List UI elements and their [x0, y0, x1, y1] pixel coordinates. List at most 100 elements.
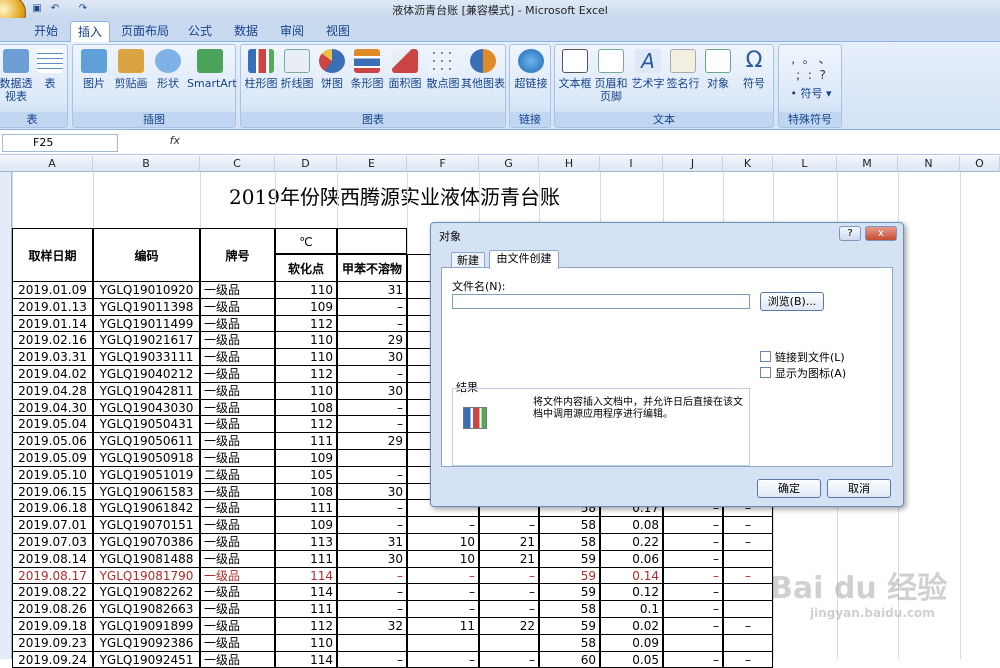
table-cell[interactable]: – — [337, 416, 407, 434]
table-cell[interactable]: 2019.04.02 — [12, 366, 93, 383]
tab-create-from-file[interactable]: 由文件创建 — [489, 250, 559, 269]
table-cell[interactable]: – — [663, 584, 723, 602]
table-cell[interactable]: 2019.09.18 — [12, 618, 93, 635]
table-cell[interactable] — [723, 634, 773, 652]
table-cell[interactable]: 30 — [337, 483, 407, 501]
table-cell[interactable]: YGLQ19033111 — [93, 349, 200, 366]
table-cell[interactable]: 一级品 — [200, 366, 275, 383]
table-cell[interactable]: – — [337, 651, 407, 668]
table-cell[interactable]: 一级品 — [200, 450, 275, 467]
table-cell[interactable]: 0.12 — [600, 584, 663, 602]
table-cell[interactable]: 2019.06.18 — [12, 500, 93, 518]
table-cell[interactable]: 2019.09.24 — [12, 651, 93, 668]
table-cell[interactable]: 2019.01.13 — [12, 298, 93, 316]
table-cell[interactable]: – — [723, 618, 773, 635]
table-cell[interactable]: YGLQ19042811 — [93, 382, 200, 400]
table-cell[interactable]: 2019.02.16 — [12, 332, 93, 350]
table-cell[interactable]: 2019.05.09 — [12, 450, 93, 467]
filename-input[interactable] — [452, 294, 750, 309]
table-cell[interactable]: 112 — [275, 366, 337, 383]
table-cell[interactable]: 105 — [275, 466, 337, 484]
table-cell[interactable]: YGLQ19050431 — [93, 416, 200, 434]
browse-button[interactable]: 浏览(B)... — [760, 292, 824, 311]
table-cell[interactable]: 一级品 — [200, 634, 275, 652]
table-cell[interactable]: 109 — [275, 298, 337, 316]
table-cell[interactable]: YGLQ19081790 — [93, 567, 200, 585]
table-cell[interactable]: – — [663, 534, 723, 551]
table-cell[interactable]: 112 — [275, 315, 337, 333]
table-cell[interactable]: – — [663, 567, 723, 585]
table-cell[interactable]: YGLQ19021617 — [93, 332, 200, 350]
table-cell[interactable]: 一级品 — [200, 618, 275, 635]
table-cell[interactable]: 110 — [275, 282, 337, 299]
table-cell[interactable]: – — [407, 601, 479, 618]
table-cell[interactable]: 21 — [479, 534, 539, 551]
table-cell[interactable] — [407, 634, 479, 652]
close-button[interactable]: x — [865, 226, 897, 241]
table-cell[interactable]: – — [337, 366, 407, 383]
table-cell[interactable]: – — [479, 584, 539, 602]
table-cell[interactable]: 2019.01.14 — [12, 315, 93, 333]
table-cell[interactable]: 32 — [337, 618, 407, 635]
table-cell[interactable]: 58 — [539, 634, 600, 652]
table-cell[interactable]: 2019.05.04 — [12, 416, 93, 434]
table-cell[interactable]: – — [337, 315, 407, 333]
table-cell[interactable]: YGLQ19043030 — [93, 399, 200, 417]
table-cell[interactable]: – — [337, 517, 407, 534]
table-cell[interactable]: 2019.05.06 — [12, 433, 93, 450]
table-cell[interactable]: YGLQ19050918 — [93, 450, 200, 467]
header-toluene[interactable]: 甲苯不溶物 — [337, 254, 407, 282]
table-cell[interactable]: – — [337, 567, 407, 585]
help-button[interactable]: ? — [839, 226, 861, 241]
table-cell[interactable]: 2019.04.28 — [12, 382, 93, 400]
table-cell[interactable]: 一级品 — [200, 382, 275, 400]
table-cell[interactable]: 11 — [407, 618, 479, 635]
table-cell[interactable]: 114 — [275, 567, 337, 585]
table-cell[interactable]: YGLQ19081488 — [93, 550, 200, 568]
table-cell[interactable]: 一级品 — [200, 332, 275, 350]
table-cell[interactable]: YGLQ19051019 — [93, 466, 200, 484]
table-cell[interactable]: 29 — [337, 433, 407, 450]
table-cell[interactable]: 58 — [539, 534, 600, 551]
table-cell[interactable]: 一级品 — [200, 483, 275, 501]
table-cell[interactable] — [723, 601, 773, 618]
table-cell[interactable]: 114 — [275, 584, 337, 602]
table-cell[interactable] — [479, 634, 539, 652]
table-cell[interactable]: 2019.06.15 — [12, 483, 93, 501]
table-cell[interactable]: 59 — [539, 567, 600, 585]
table-cell[interactable]: YGLQ19070386 — [93, 534, 200, 551]
table-cell[interactable]: – — [723, 567, 773, 585]
table-cell[interactable]: 2019.07.03 — [12, 534, 93, 551]
table-cell[interactable]: – — [663, 517, 723, 534]
table-cell[interactable]: – — [407, 584, 479, 602]
table-cell[interactable]: 109 — [275, 517, 337, 534]
table-cell[interactable]: – — [479, 651, 539, 668]
table-cell[interactable]: – — [479, 517, 539, 534]
table-cell[interactable]: 58 — [539, 601, 600, 618]
cancel-button[interactable]: 取消 — [827, 479, 891, 498]
table-cell[interactable]: 2019.03.31 — [12, 349, 93, 366]
table-cell[interactable]: 0.05 — [600, 651, 663, 668]
table-cell[interactable]: YGLQ19082262 — [93, 584, 200, 602]
table-cell[interactable]: 一级品 — [200, 298, 275, 316]
table-cell[interactable]: 108 — [275, 483, 337, 501]
table-cell[interactable]: 21 — [479, 550, 539, 568]
table-cell[interactable]: 111 — [275, 601, 337, 618]
link-to-file-checkbox[interactable] — [760, 351, 771, 362]
table-cell[interactable]: 114 — [275, 651, 337, 668]
table-cell[interactable]: YGLQ19061583 — [93, 483, 200, 501]
table-cell[interactable]: 2019.08.22 — [12, 584, 93, 602]
table-cell[interactable]: – — [337, 601, 407, 618]
table-cell[interactable]: 2019.08.14 — [12, 550, 93, 568]
table-cell[interactable]: 60 — [539, 651, 600, 668]
table-cell[interactable]: 一级品 — [200, 416, 275, 434]
table-cell[interactable]: 30 — [337, 382, 407, 400]
table-cell[interactable]: YGLQ19050611 — [93, 433, 200, 450]
table-cell[interactable]: 0.09 — [600, 634, 663, 652]
table-cell[interactable]: – — [337, 466, 407, 484]
table-cell[interactable]: 111 — [275, 433, 337, 450]
header-unit[interactable]: ℃ — [275, 228, 337, 254]
table-cell[interactable]: 一级品 — [200, 433, 275, 450]
table-cell[interactable]: 一级品 — [200, 315, 275, 333]
table-cell[interactable]: 一级品 — [200, 282, 275, 299]
